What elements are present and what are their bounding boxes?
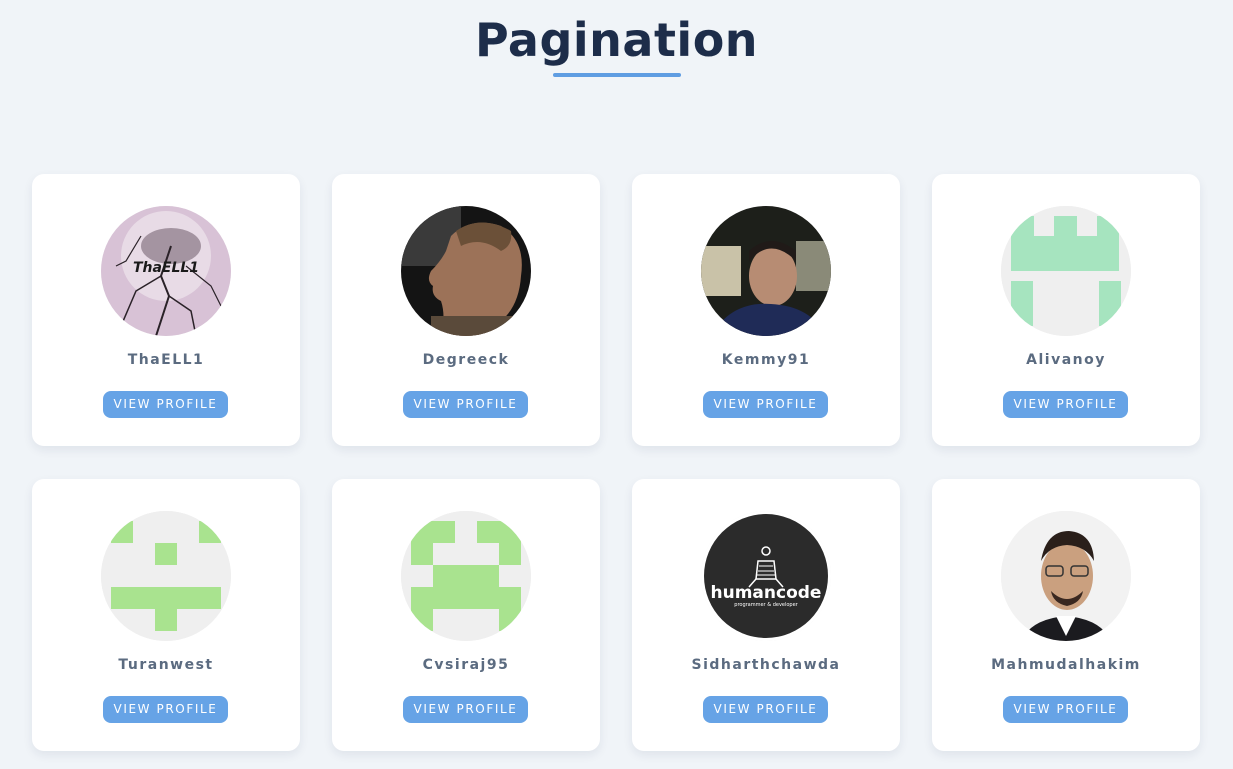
avatar[interactable] — [1001, 511, 1131, 641]
view-profile-button[interactable]: VIEW PROFILE — [103, 391, 228, 418]
avatar-image — [701, 206, 831, 336]
avatar[interactable] — [401, 511, 531, 641]
view-profile-button[interactable]: VIEW PROFILE — [403, 391, 528, 418]
profile-card: Degreeck VIEW PROFILE — [332, 174, 600, 446]
avatar-image — [401, 206, 531, 336]
avatar-image: ThaELL1 — [101, 206, 231, 336]
profile-card: Turanwest VIEW PROFILE — [32, 479, 300, 751]
profile-name: Alivanoy — [1026, 352, 1106, 368]
profile-card: ThaELL1 ThaELL1 VIEW PROFILE — [32, 174, 300, 446]
page: Pagination ThaELL1 ThaELL1 VIEW PROFILE … — [0, 0, 1233, 769]
title-underline — [552, 73, 681, 77]
view-profile-button[interactable]: VIEW PROFILE — [1003, 696, 1128, 723]
avatar[interactable] — [1001, 206, 1131, 336]
view-profile-button[interactable]: VIEW PROFILE — [1003, 391, 1128, 418]
avatar[interactable] — [101, 511, 231, 641]
profile-card: Mahmudalhakim VIEW PROFILE — [932, 479, 1200, 751]
avatar-image — [101, 511, 231, 641]
profile-grid: ThaELL1 ThaELL1 VIEW PROFILE Degreeck VI… — [32, 174, 1200, 751]
avatar-logo-text: humancode — [711, 583, 822, 603]
avatar-image — [1001, 511, 1131, 641]
profile-card: humancode programmer & developer Sidhart… — [632, 479, 900, 751]
avatar-image — [1001, 206, 1131, 336]
profile-card: Alivanoy VIEW PROFILE — [932, 174, 1200, 446]
view-profile-button[interactable]: VIEW PROFILE — [703, 391, 828, 418]
profile-name: Cvsiraj95 — [422, 657, 510, 673]
page-header: Pagination — [0, 10, 1233, 77]
avatar[interactable]: humancode programmer & developer — [701, 511, 831, 641]
view-profile-button[interactable]: VIEW PROFILE — [103, 696, 228, 723]
avatar-image — [401, 511, 531, 641]
avatar[interactable] — [701, 206, 831, 336]
view-profile-button[interactable]: VIEW PROFILE — [703, 696, 828, 723]
profile-name: Turanwest — [118, 657, 214, 673]
view-profile-button[interactable]: VIEW PROFILE — [403, 696, 528, 723]
avatar[interactable]: ThaELL1 — [101, 206, 231, 336]
avatar-logo-text: ThaELL1 — [133, 260, 199, 276]
profile-name: Kemmy91 — [721, 352, 811, 368]
profile-name: Mahmudalhakim — [991, 657, 1141, 673]
profile-name: Degreeck — [422, 352, 510, 368]
profile-name: Sidharthchawda — [691, 657, 841, 673]
avatar-logo-subtext: programmer & developer — [734, 602, 798, 608]
avatar[interactable] — [401, 206, 531, 336]
page-title: Pagination — [474, 13, 759, 67]
avatar-image: humancode programmer & developer — [701, 511, 831, 641]
profile-card: Cvsiraj95 VIEW PROFILE — [332, 479, 600, 751]
profile-card: Kemmy91 VIEW PROFILE — [632, 174, 900, 446]
profile-name: ThaELL1 — [127, 352, 205, 368]
